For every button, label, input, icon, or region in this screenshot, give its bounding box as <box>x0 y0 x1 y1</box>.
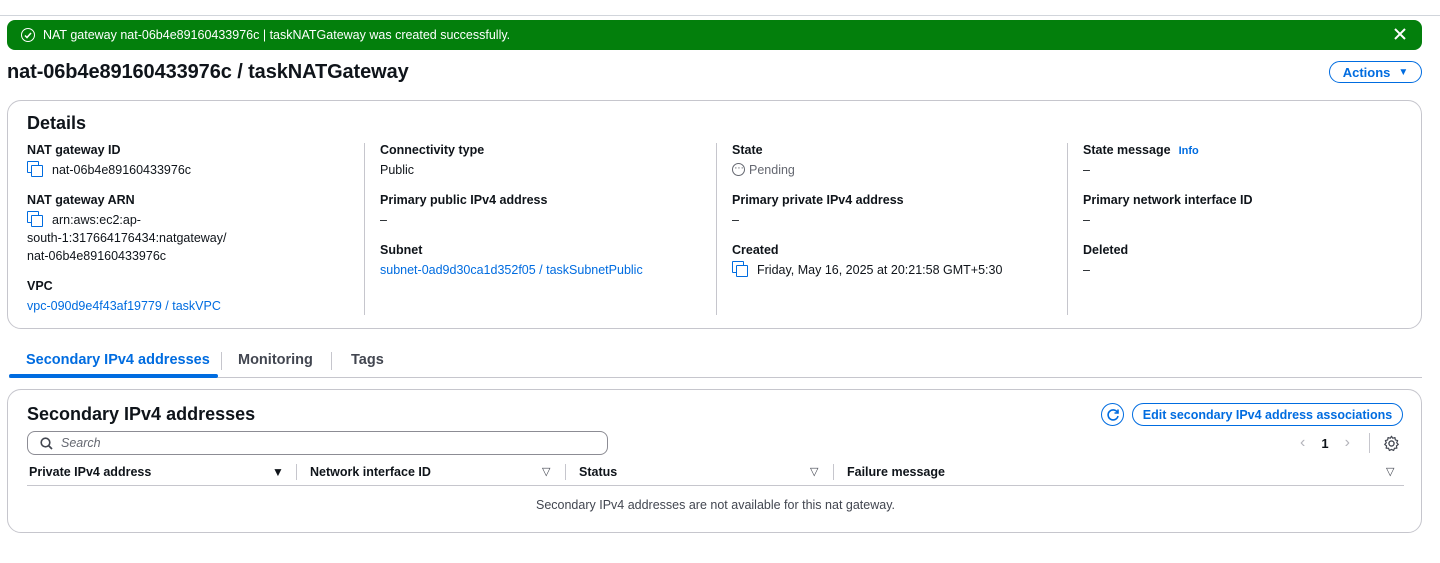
page-title: nat-06b4e89160433976c / taskNATGateway <box>7 61 409 83</box>
close-icon[interactable] <box>1392 26 1408 42</box>
copy-icon[interactable] <box>27 211 43 227</box>
caret-down-icon: ▼ <box>1398 66 1409 78</box>
next-page-icon[interactable]: › <box>1345 434 1350 452</box>
details-column-2: Connectivity type Public Primary public … <box>364 143 716 315</box>
nat-gateway-arn-line-2: south-1:317664176434:natgateway/ <box>27 231 227 245</box>
nat-gateway-arn-line-3: nat-06b4e89160433976c <box>27 249 167 263</box>
previous-page-icon[interactable]: ‹ <box>1300 434 1305 452</box>
column-header-status[interactable]: Status <box>579 465 617 479</box>
state-message-label: State message <box>1083 143 1171 157</box>
tab-divider <box>221 352 222 370</box>
details-panel: Details NAT gateway ID nat-06b4e89160433… <box>7 100 1422 329</box>
flash-message: NAT gateway nat-06b4e89160433976c | task… <box>43 28 511 42</box>
primary-network-interface-value: – <box>1083 213 1090 227</box>
primary-network-interface-label: Primary network interface ID <box>1083 193 1253 207</box>
state-message-value: – <box>1083 163 1090 177</box>
sort-caret-icon[interactable]: ▼ <box>272 465 284 479</box>
primary-public-ipv4-value: – <box>380 213 387 227</box>
active-tab-indicator <box>9 374 218 378</box>
success-flash-banner: NAT gateway nat-06b4e89160433976c | task… <box>7 20 1422 50</box>
search-icon <box>40 436 53 450</box>
subnet-field: Subnet subnet-0ad9d30ca1d352f05 / taskSu… <box>380 243 643 279</box>
info-link[interactable]: Info <box>1179 145 1199 157</box>
check-circle-icon <box>21 28 35 42</box>
pager-divider <box>1369 433 1370 453</box>
connectivity-type-field: Connectivity type Public <box>380 143 484 179</box>
actions-label: Actions <box>1342 64 1391 80</box>
tab-secondary-ipv4[interactable]: Secondary IPv4 addresses <box>26 352 210 368</box>
details-column-1: NAT gateway ID nat-06b4e89160433976c NAT… <box>27 143 357 315</box>
gear-icon[interactable] <box>1383 435 1400 452</box>
details-column-3: State Pending Primary private IPv4 addre… <box>716 143 1068 315</box>
created-label: Created <box>732 243 779 257</box>
subnet-link[interactable]: subnet-0ad9d30ca1d352f05 / taskSubnetPub… <box>380 261 643 279</box>
empty-table-message: Secondary IPv4 addresses are not availab… <box>535 498 895 512</box>
column-divider <box>565 464 566 480</box>
vpc-field: VPC vpc-090d9e4f43af19779 / taskVPC <box>27 279 221 315</box>
actions-button[interactable]: Actions ▼ <box>1329 61 1422 83</box>
nat-gateway-arn-label: NAT gateway ARN <box>27 193 135 207</box>
vpc-link[interactable]: vpc-090d9e4f43af19779 / taskVPC <box>27 297 221 315</box>
primary-network-interface-field: Primary network interface ID – <box>1083 193 1253 229</box>
edit-secondary-ipv4-button[interactable]: Edit secondary IPv4 address associations <box>1132 403 1403 426</box>
primary-public-ipv4-label: Primary public IPv4 address <box>380 193 548 207</box>
connectivity-type-value: Public <box>380 163 415 177</box>
search-input[interactable] <box>61 436 581 450</box>
connectivity-type-label: Connectivity type <box>380 143 485 157</box>
copy-icon[interactable] <box>732 261 748 277</box>
column-divider <box>296 464 297 480</box>
table-header: Private IPv4 address ▼ Network interface… <box>27 462 1404 486</box>
deleted-field: Deleted – <box>1083 243 1128 279</box>
vpc-label: VPC <box>27 279 53 293</box>
deleted-label: Deleted <box>1083 243 1129 257</box>
tab-divider <box>331 352 332 370</box>
nat-gateway-arn-field: NAT gateway ARN arn:aws:ec2:ap- south-1:… <box>27 193 226 265</box>
subnet-label: Subnet <box>380 243 423 257</box>
state-value: Pending <box>749 163 795 177</box>
nat-gateway-id-value: nat-06b4e89160433976c <box>52 163 192 177</box>
nat-gateway-id-field: NAT gateway ID nat-06b4e89160433976c <box>27 143 191 179</box>
column-header-network-interface-id[interactable]: Network interface ID <box>310 465 431 479</box>
column-header-failure-message[interactable]: Failure message <box>847 465 945 479</box>
primary-public-ipv4-field: Primary public IPv4 address – <box>380 193 547 229</box>
tab-monitoring[interactable]: Monitoring <box>238 352 313 368</box>
pending-icon <box>732 159 745 177</box>
column-divider <box>833 464 834 480</box>
refresh-icon <box>1106 408 1119 421</box>
tab-bar: Secondary IPv4 addresses Monitoring Tags <box>9 346 1422 378</box>
page-number[interactable]: 1 <box>1321 436 1328 451</box>
state-field: State Pending <box>732 143 795 179</box>
details-title: Details <box>27 113 87 133</box>
tab-tags[interactable]: Tags <box>351 352 384 368</box>
refresh-button[interactable] <box>1101 403 1124 426</box>
pagination: ‹ 1 › <box>1300 433 1350 453</box>
top-divider <box>0 15 1440 16</box>
column-header-private-ipv4[interactable]: Private IPv4 address <box>29 465 151 479</box>
state-label: State <box>732 143 763 157</box>
nat-gateway-id-label: NAT gateway ID <box>27 143 121 157</box>
nat-gateway-arn-line-1: arn:aws:ec2:ap- <box>52 213 141 227</box>
deleted-value: – <box>1083 263 1090 277</box>
primary-private-ipv4-label: Primary private IPv4 address <box>732 193 904 207</box>
primary-private-ipv4-value: – <box>732 213 739 227</box>
details-column-4: State message Info – Primary network inte… <box>1067 143 1407 315</box>
created-value: Friday, May 16, 2025 at 20:21:58 GMT+5:3… <box>757 263 1003 277</box>
sort-caret-icon[interactable]: ▽ <box>810 465 818 478</box>
secondary-ipv4-panel: Secondary IPv4 addresses Edit secondary … <box>7 389 1422 533</box>
search-field[interactable] <box>27 431 608 455</box>
primary-private-ipv4-field: Primary private IPv4 address – <box>732 193 904 229</box>
copy-icon[interactable] <box>27 161 43 177</box>
secondary-ipv4-title: Secondary IPv4 addresses <box>27 404 256 424</box>
state-message-field: State message Info – <box>1083 143 1199 179</box>
sort-caret-icon[interactable]: ▽ <box>542 465 550 478</box>
created-field: Created Friday, May 16, 2025 at 20:21:58… <box>732 243 1002 279</box>
sort-caret-icon[interactable]: ▽ <box>1386 465 1394 478</box>
